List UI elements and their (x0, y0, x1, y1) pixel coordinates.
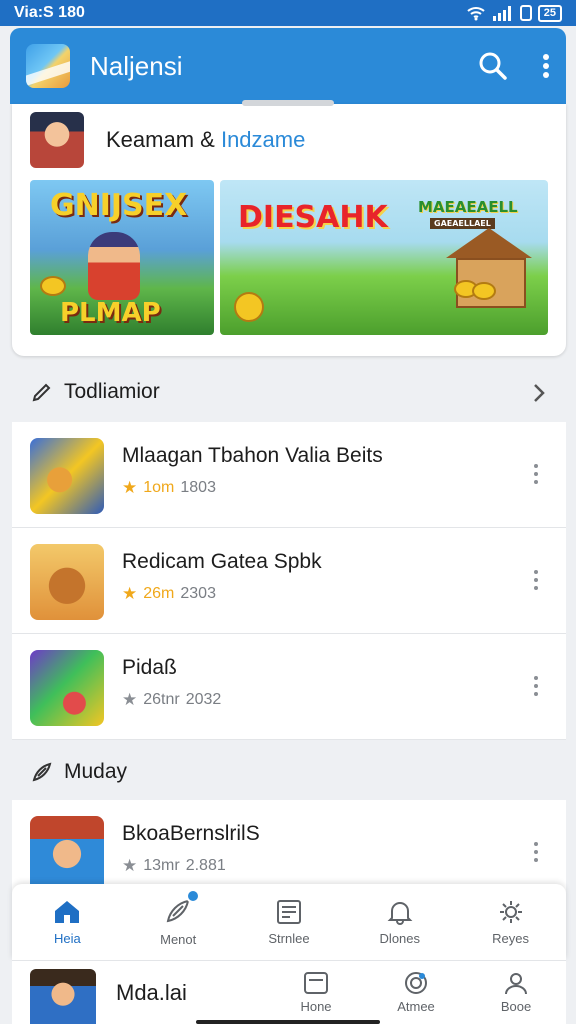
bell-icon (387, 901, 413, 925)
game-thumbnail (30, 438, 104, 514)
search-icon[interactable] (478, 51, 508, 81)
mini-title: Mda.lai (116, 979, 187, 1005)
list-item[interactable]: Redicam Gatea Spbk ★ 26m 2303 (12, 528, 566, 634)
chevron-right-icon[interactable] (532, 382, 546, 404)
nav-label: Menot (160, 932, 197, 947)
section-2-title: Muday (64, 760, 128, 783)
game-count: 1803 (180, 479, 216, 496)
game-thumbnail (30, 544, 104, 620)
mini-bar: Mda.lai Hone Atmee Booe (12, 960, 566, 1024)
more-vert-icon[interactable] (534, 842, 540, 866)
mini-thumbnail[interactable] (30, 968, 96, 1024)
mini-nav-hone[interactable]: Hone (266, 971, 366, 1014)
mini-nav-atmee[interactable]: Atmee (366, 971, 466, 1014)
nav-label: Hone (300, 999, 332, 1014)
star-icon: ★ (122, 478, 138, 497)
list-item[interactable]: Pidaß ★ 26tnr 2032 (12, 634, 566, 740)
nav-item-menot[interactable]: Menot (123, 884, 234, 960)
more-vert-icon[interactable] (542, 53, 550, 79)
game-title: BkoaBernslrilS (122, 822, 260, 845)
featured-title-main: Keamam & (106, 127, 215, 152)
list-item[interactable]: Mlaagan Tbahon Valia Beits ★ 1om 1803 (12, 422, 566, 528)
nav-label: Reyes (492, 930, 530, 946)
banner-1-bottom-text: PLMAP (60, 298, 161, 328)
game-rating: 1om (143, 479, 175, 496)
game-count: 2.881 (185, 857, 226, 874)
featured-banner-1[interactable]: GNIJSEX PLMAP (30, 180, 214, 335)
feather-icon (32, 762, 52, 782)
home-icon (55, 900, 80, 923)
banner-2-right-text: MAEAEAELL (418, 198, 518, 216)
more-vert-icon[interactable] (534, 570, 540, 594)
wifi-icon (467, 7, 485, 21)
game-rating: 26tnr (143, 691, 180, 708)
featured-title-accent: Indzame (220, 127, 306, 152)
gear-icon (499, 900, 522, 923)
home-indicator[interactable] (196, 1020, 380, 1024)
banner-2-left-text: DIESAHK (238, 200, 388, 235)
section-header-2[interactable]: Muday (0, 744, 576, 800)
bottom-navigation: Heia Menot Strnlee Dlones Reyes (12, 884, 566, 960)
newspaper-icon (276, 899, 301, 924)
featured-card: Keamam & Indzame GNIJSEX PLMAP DIESAHK M… (12, 100, 566, 356)
coin-icon (234, 292, 264, 322)
featured-avatar[interactable] (30, 112, 84, 168)
nav-item-home[interactable]: Heia (12, 884, 123, 960)
nav-item-strnlee[interactable]: Strnlee (234, 884, 345, 960)
more-vert-icon[interactable] (534, 464, 540, 488)
pencil-icon (32, 383, 51, 402)
section-1-title: Todliamior (64, 380, 160, 403)
banner-1-top-text: GNIJSEX (50, 188, 188, 223)
game-list-1: Mlaagan Tbahon Valia Beits ★ 1om 1803 Re… (12, 422, 566, 740)
sim-icon (519, 5, 532, 21)
game-rating: 13mr (143, 857, 180, 874)
nav-item-dlones[interactable]: Dlones (344, 884, 455, 960)
battery-level: 25 (537, 4, 562, 22)
game-thumbnail (30, 816, 104, 892)
banner-hero (88, 232, 140, 300)
star-icon: ★ (122, 856, 138, 875)
coin-icon (40, 276, 66, 296)
more-vert-icon[interactable] (534, 676, 540, 700)
app-bar: Naljensi (10, 28, 566, 104)
nav-label: Atmee (397, 999, 435, 1014)
featured-banner-2[interactable]: DIESAHK MAEAEAELL GAEAELLAEL (220, 180, 548, 335)
nav-item-reyes[interactable]: Reyes (455, 884, 566, 960)
game-title: Redicam Gatea Spbk (122, 550, 322, 573)
window-icon (304, 972, 328, 994)
app-title: Naljensi (90, 50, 183, 81)
mini-nav-booe[interactable]: Booe (466, 971, 566, 1014)
app-logo (26, 44, 70, 88)
status-icons: 25 (466, 4, 562, 22)
nav-label: Booe (500, 999, 532, 1014)
person-icon (505, 973, 527, 995)
featured-title: Keamam & Indzame (106, 127, 305, 153)
drag-handle[interactable] (242, 100, 334, 106)
star-icon: ★ (122, 690, 138, 709)
game-rating: 26m (143, 585, 175, 602)
nav-label: Heia (54, 930, 81, 946)
target-icon (405, 972, 427, 994)
game-title: Pidaß (122, 656, 177, 679)
signal-icon (492, 6, 511, 21)
game-thumbnail (30, 650, 104, 726)
coin-icon (472, 282, 496, 300)
star-icon: ★ (122, 584, 138, 603)
status-bar: Via:S 180 25 (0, 0, 576, 26)
nav-label: Strnlee (268, 930, 310, 946)
nav-label: Dlones (379, 930, 421, 946)
game-count: 2032 (185, 691, 222, 708)
status-time: Via:S 180 (14, 4, 85, 21)
game-count: 2303 (180, 585, 216, 602)
feather-icon (164, 889, 201, 926)
section-header-1[interactable]: Todliamior (0, 364, 576, 420)
notification-badge (186, 889, 201, 903)
game-title: Mlaagan Tbahon Valia Beits (122, 444, 383, 467)
